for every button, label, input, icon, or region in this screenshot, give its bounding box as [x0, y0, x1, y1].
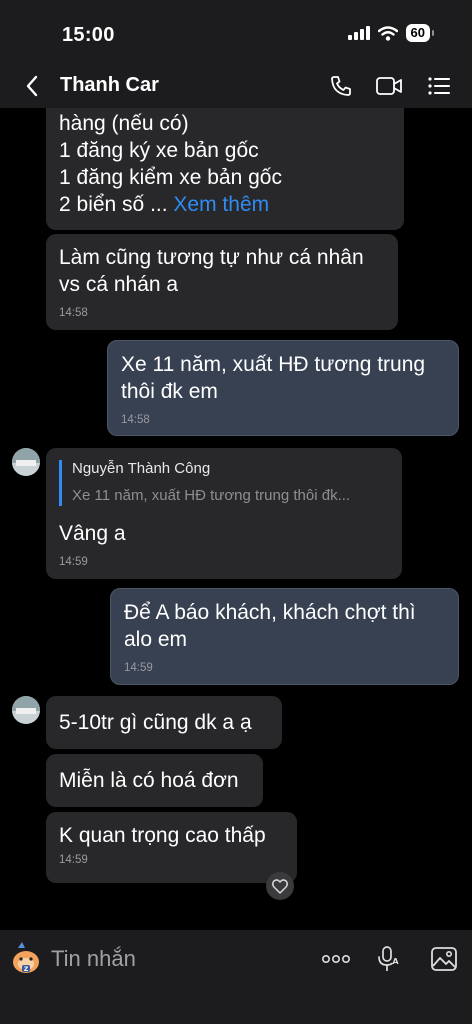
message-time: 14:59 — [59, 556, 88, 568]
battery-indicator: 60 — [405, 24, 435, 42]
message-time: 14:59 — [124, 662, 153, 674]
message-time: 14:59 — [59, 854, 88, 866]
quote-text: Xe 11 năm, xuất HĐ tương trung thôi đk..… — [72, 487, 351, 504]
message-line: 2 biển số ... — [59, 193, 168, 216]
signal-icon — [347, 26, 370, 40]
message-line: hàng (nếu có) — [59, 112, 189, 135]
avatar[interactable] — [12, 696, 40, 724]
svg-text:A: A — [392, 957, 399, 966]
message-bubble[interactable]: Miễn là có hoá đơn — [46, 754, 263, 807]
message-line: 1 đăng kiểm xe bản gốc — [59, 166, 282, 189]
phone-icon — [331, 76, 351, 96]
quote-author: Nguyễn Thành Công — [72, 460, 211, 477]
more-icon — [321, 954, 350, 964]
more-options-button[interactable] — [320, 943, 352, 975]
back-button[interactable] — [18, 72, 46, 100]
status-time: 15:00 — [62, 24, 115, 46]
message-text: Miễn là có hoá đơn — [59, 769, 239, 792]
message-text: K quan trọng cao thấp — [59, 824, 266, 847]
message-bubble-outgoing[interactable]: Để A báo khách, khách chợt thì alo em 14… — [110, 588, 459, 685]
message-text: Để A báo khách, khách chợt thì alo em — [124, 601, 416, 651]
sticker-icon: Z — [13, 942, 39, 973]
voice-icon: A — [378, 946, 399, 971]
heart-icon — [272, 878, 288, 894]
message-bubble[interactable]: Làm cũng tương tự như cá nhân vs cá nhán… — [46, 234, 398, 330]
sticker-button[interactable]: Z — [8, 940, 44, 976]
wifi-icon — [377, 25, 398, 41]
message-bubble[interactable]: 5-10tr gì cũng dk a ạ — [46, 696, 282, 749]
call-button[interactable] — [326, 71, 356, 101]
message-bubble[interactable]: hàng (nếu có) 1 đăng ký xe bản gốc 1 đăn… — [46, 108, 404, 230]
back-icon — [26, 75, 38, 97]
svg-text:Z: Z — [24, 966, 29, 973]
menu-list-icon — [428, 77, 450, 95]
message-text: Làm cũng tương tự như cá nhân vs cá nhán… — [59, 246, 364, 296]
message-text: 5-10tr gì cũng dk a ạ — [59, 711, 252, 734]
message-text: Xe 11 năm, xuất HĐ tương trung thôi đk e… — [121, 353, 426, 403]
react-button[interactable] — [266, 872, 294, 900]
see-more-link[interactable]: Xem thêm — [173, 193, 269, 216]
image-button[interactable] — [428, 943, 460, 975]
message-time: 14:58 — [121, 414, 150, 426]
video-call-button[interactable] — [374, 71, 404, 101]
avatar-image — [12, 448, 40, 476]
message-line: 1 đăng ký xe bản gốc — [59, 139, 259, 162]
message-text: Vâng a — [59, 522, 126, 545]
message-bubble[interactable]: Nguyễn Thành Công Xe 11 năm, xuất HĐ tươ… — [46, 448, 402, 579]
avatar[interactable] — [12, 448, 40, 476]
video-icon — [376, 77, 402, 95]
message-list[interactable]: hàng (nếu có) 1 đăng ký xe bản gốc 1 đăn… — [0, 108, 472, 930]
avatar-image — [12, 696, 40, 724]
voice-message-button[interactable]: A — [372, 943, 404, 975]
message-bubble[interactable]: K quan trọng cao thấp 14:59 — [46, 812, 297, 883]
quoted-message[interactable]: Nguyễn Thành Công Xe 11 năm, xuất HĐ tươ… — [59, 460, 389, 506]
status-icons: 60 — [347, 24, 435, 42]
contact-name[interactable]: Thanh Car — [60, 74, 159, 97]
message-input-bar: Z Tin nhắn A — [0, 930, 472, 1024]
message-time: 14:58 — [59, 307, 88, 319]
message-bubble-outgoing[interactable]: Xe 11 năm, xuất HĐ tương trung thôi đk e… — [107, 340, 459, 436]
chat-options-button[interactable] — [424, 71, 454, 101]
chat-header: Thanh Car — [0, 62, 472, 108]
image-icon — [431, 947, 457, 971]
status-bar: 15:00 60 — [0, 0, 472, 62]
message-input[interactable]: Tin nhắn — [51, 946, 136, 972]
